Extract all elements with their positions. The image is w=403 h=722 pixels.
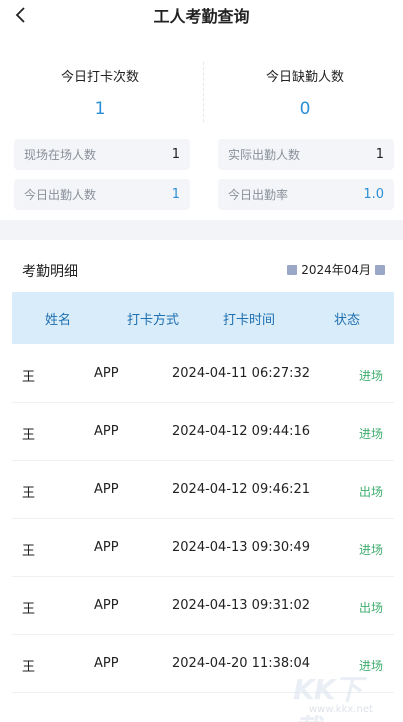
page-title: 工人考勤查询 [153, 7, 250, 26]
onsite-count-label: 现场在场人数 [24, 148, 97, 162]
row-name: 王 [22, 660, 36, 675]
row-time: 2024-04-11 06:27:32 [172, 366, 311, 381]
column-header-time: 打卡时间 [223, 313, 276, 328]
row-time: 2024-04-12 09:44:16 [172, 424, 311, 439]
top-bar: 工人考勤查询 [0, 0, 403, 36]
punch-count-stat: 今日打卡次数 1 [0, 66, 200, 119]
attendance-table-body: 王 APP 2024-04-11 06:27:32 进场 王 APP 2024-… [12, 345, 394, 693]
section-title: 考勤明细 [22, 264, 78, 280]
table-row[interactable]: 王 APP 2024-04-13 09:30:49 进场 [12, 519, 394, 577]
today-attendance-label: 今日出勤人数 [24, 188, 97, 202]
absent-count-value: 0 [299, 99, 311, 119]
row-method: APP [94, 598, 119, 613]
today-attendance-value: 1 [171, 187, 180, 202]
next-month-icon[interactable] [375, 264, 385, 275]
attendance-rate-value: 1.0 [363, 187, 384, 202]
summary-card: 今日打卡次数 1 今日缺勤人数 0 现场在场人数 1 实际出勤人数 1 今日出勤… [0, 36, 403, 220]
attendance-details-card: 考勤明细 2024年04月 姓名 打卡方式 打卡时间 状态 王 APP 2024… [0, 240, 403, 722]
row-status: 进场 [359, 369, 384, 383]
attendance-rate-label: 今日出勤率 [228, 188, 289, 202]
table-header: 姓名 打卡方式 打卡时间 状态 [12, 292, 394, 344]
stat-divider [203, 62, 204, 122]
row-status: 出场 [359, 601, 384, 615]
actual-attendance-value: 1 [375, 147, 384, 162]
month-label: 2024年04月 [301, 263, 371, 277]
table-row[interactable]: 王 APP 2024-04-11 06:27:32 进场 [12, 345, 394, 403]
row-method: APP [94, 424, 119, 439]
row-time: 2024-04-13 09:30:49 [172, 540, 311, 555]
row-status: 出场 [359, 485, 384, 499]
row-name: 王 [22, 428, 36, 443]
attendance-rate-box: 今日出勤率 1.0 [218, 179, 394, 210]
prev-month-icon[interactable] [287, 264, 298, 275]
table-row[interactable]: 王 APP 2024-04-13 09:31:02 出场 [12, 577, 394, 635]
onsite-count-value: 1 [171, 147, 180, 162]
column-header-name: 姓名 [45, 313, 72, 328]
row-name: 王 [22, 544, 36, 559]
row-method: APP [94, 656, 119, 671]
table-row[interactable]: 王 APP 2024-04-12 09:44:16 进场 [12, 403, 394, 461]
row-time: 2024-04-12 09:46:21 [172, 482, 311, 497]
row-name: 王 [22, 370, 36, 385]
actual-attendance-label: 实际出勤人数 [228, 148, 301, 162]
absent-count-label: 今日缺勤人数 [265, 70, 344, 85]
row-name: 王 [22, 486, 36, 501]
table-row[interactable]: 王 APP 2024-04-12 09:46:21 出场 [12, 461, 394, 519]
row-name: 王 [22, 602, 36, 617]
row-method: APP [94, 366, 119, 381]
row-method: APP [94, 540, 119, 555]
watermark-logo: KK下载 www.kkx.net [281, 666, 379, 722]
actual-attendance-box: 实际出勤人数 1 [218, 139, 394, 170]
row-time: 2024-04-13 09:31:02 [172, 598, 311, 613]
today-attendance-box: 今日出勤人数 1 [14, 179, 190, 210]
row-method: APP [94, 482, 119, 497]
punch-count-value: 1 [94, 99, 106, 119]
month-picker[interactable]: 2024年04月 [283, 261, 389, 278]
onsite-count-box: 现场在场人数 1 [14, 139, 190, 170]
punch-count-label: 今日打卡次数 [60, 70, 139, 85]
watermark-url: www.kkx.net [309, 704, 373, 715]
column-header-method: 打卡方式 [127, 313, 180, 328]
row-status: 进场 [359, 543, 384, 557]
absent-count-stat: 今日缺勤人数 0 [205, 66, 403, 119]
row-status: 进场 [359, 427, 384, 441]
column-header-status: 状态 [334, 313, 361, 328]
